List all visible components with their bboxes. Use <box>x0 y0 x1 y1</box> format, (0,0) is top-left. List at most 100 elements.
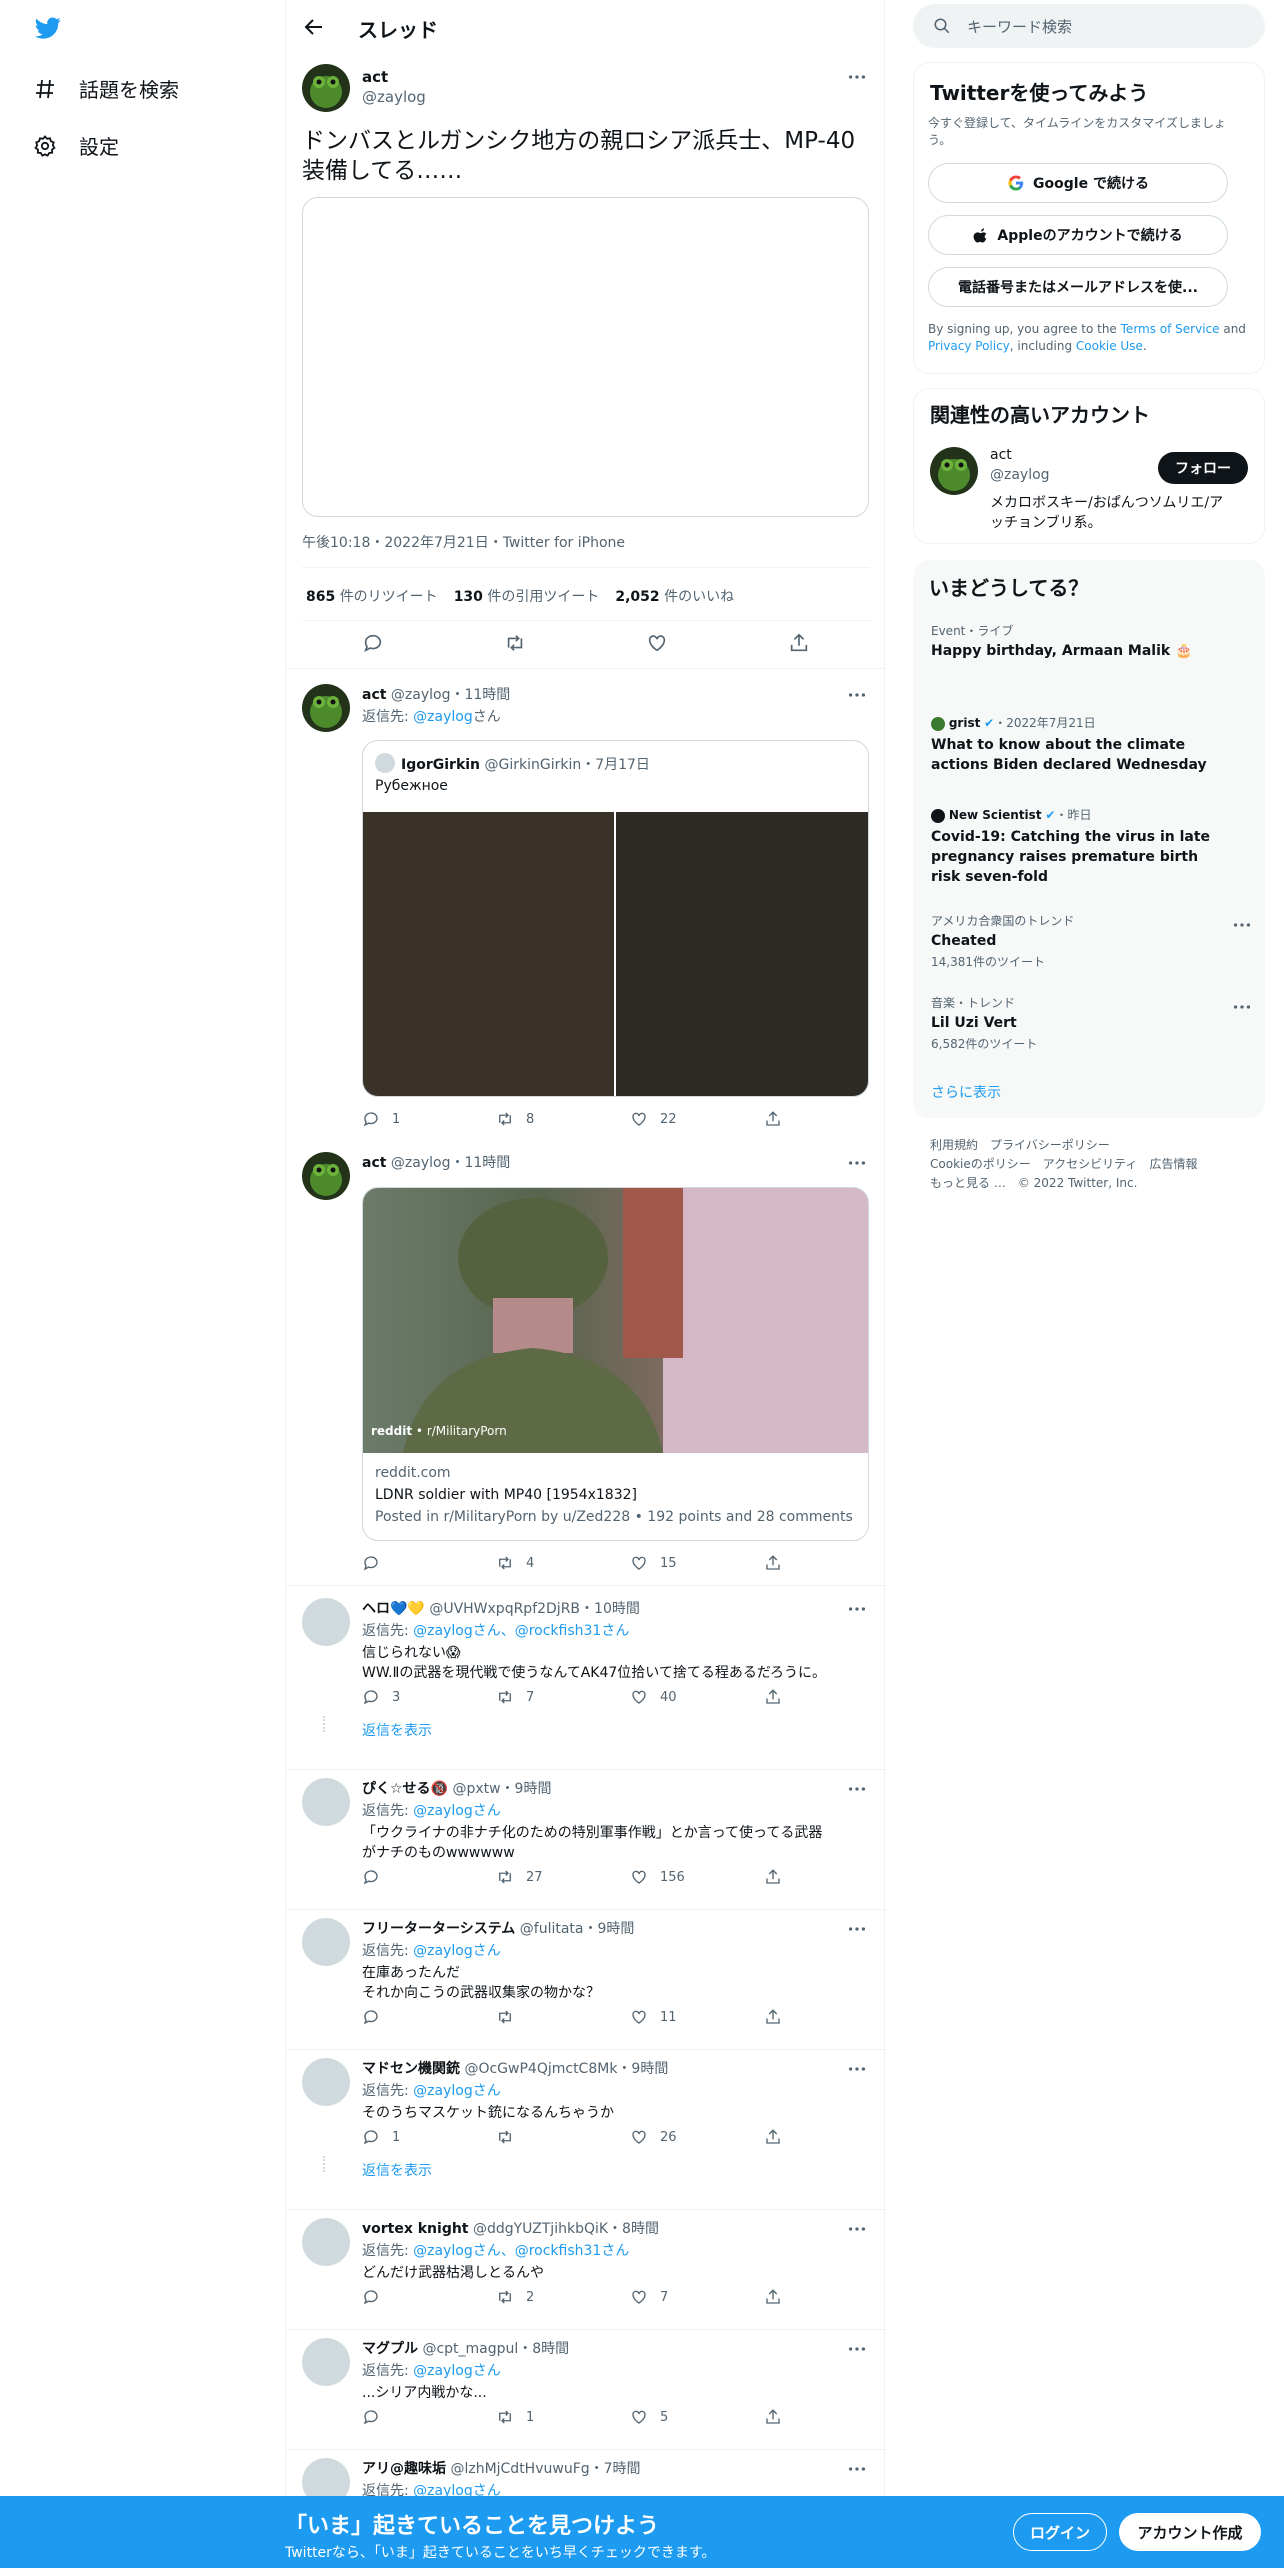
like-button[interactable]: 11 <box>630 2008 764 2026</box>
retweet-stat[interactable]: 865 件のリツイート <box>306 586 438 606</box>
share-button[interactable] <box>764 2408 898 2426</box>
terms-link[interactable]: Terms of Service <box>1121 322 1220 336</box>
retweet-button[interactable] <box>496 2128 630 2146</box>
apple-signin-button[interactable]: Appleのアカウントで続ける <box>928 215 1228 255</box>
author-meta[interactable]: @zaylog・11時間 <box>391 687 510 703</box>
follow-button[interactable]: フォロー <box>1158 452 1248 484</box>
footer-link[interactable]: もっと見る … <box>930 1176 1006 1190</box>
author-name[interactable]: マグプル <box>362 2341 418 2357</box>
like-button[interactable]: 7 <box>630 2288 764 2306</box>
google-signin-button[interactable]: Google で続ける <box>928 163 1228 203</box>
author-meta[interactable]: @pxtw・9時間 <box>452 1781 551 1797</box>
like-button[interactable]: 26 <box>630 2128 764 2146</box>
privacy-link[interactable]: Privacy Policy <box>928 339 1010 353</box>
author-name[interactable]: マドセン機関銃 <box>362 2061 460 2077</box>
author-meta[interactable]: @cpt_magpul・8時間 <box>422 2341 569 2357</box>
quoted-image-left[interactable] <box>363 812 614 1096</box>
like-button[interactable]: 5 <box>630 2408 764 2426</box>
news-item[interactable]: New Scientist ✔・昨日 Covid-19: Catching th… <box>931 806 1251 887</box>
avatar[interactable] <box>302 1778 350 1826</box>
trend-item[interactable]: アメリカ合衆国のトレンド Cheated 14,381件のツイート <box>931 912 1251 970</box>
reply-icon[interactable] <box>362 632 384 654</box>
show-more-link[interactable]: さらに表示 <box>931 1082 1001 1102</box>
login-button[interactable]: ログイン <box>1013 2513 1107 2551</box>
mention-link[interactable]: @zaylogさん、@rockfish31さん <box>413 1623 629 1639</box>
retweet-button[interactable]: 1 <box>496 2408 630 2426</box>
author-name[interactable]: フリーターターシステム <box>362 1921 515 1937</box>
avatar[interactable] <box>302 2338 350 2386</box>
more-options-icon[interactable] <box>846 2458 868 2480</box>
author-handle[interactable]: @zaylog <box>362 88 426 106</box>
twitter-logo-icon[interactable] <box>33 15 63 41</box>
retweet-button[interactable] <box>496 2008 630 2026</box>
back-arrow-icon[interactable] <box>302 15 326 39</box>
like-button[interactable]: 22 <box>630 1110 764 1128</box>
quoted-image-right[interactable] <box>616 812 868 1096</box>
reply-button[interactable] <box>362 2288 496 2306</box>
author-name[interactable]: act <box>362 68 388 86</box>
avatar[interactable] <box>302 684 350 732</box>
nav-settings[interactable]: 設定 <box>33 131 119 160</box>
like-button[interactable]: 15 <box>630 1554 764 1572</box>
more-options-icon[interactable] <box>846 1152 868 1174</box>
author-meta[interactable]: @OcGwP4QjmctC8Mk・9時間 <box>464 2061 668 2077</box>
retweet-button[interactable]: 8 <box>496 1110 630 1128</box>
reply-button[interactable]: 1 <box>362 2128 496 2146</box>
share-button[interactable] <box>764 2128 898 2146</box>
trend-item[interactable]: Event・ライブ Happy birthday, Armaan Malik 🎂 <box>931 622 1251 659</box>
retweet-button[interactable]: 4 <box>496 1554 630 1572</box>
share-button[interactable] <box>764 1110 898 1128</box>
avatar[interactable] <box>302 1152 350 1200</box>
link-card[interactable]: reddit • r/MilitaryPorn reddit.com LDNR … <box>362 1187 869 1541</box>
footer-link[interactable]: プライバシーポリシー <box>990 1138 1110 1152</box>
like-icon[interactable] <box>646 632 668 654</box>
footer-link[interactable]: Cookieのポリシー <box>930 1157 1031 1171</box>
more-options-icon[interactable] <box>1231 996 1253 1018</box>
reply-button[interactable] <box>362 2408 496 2426</box>
author-name[interactable]: アリ@趣味垢 <box>362 2461 446 2477</box>
avatar[interactable] <box>302 2218 350 2266</box>
avatar[interactable] <box>930 447 978 495</box>
reply-button[interactable]: 1 <box>362 1110 496 1128</box>
avatar[interactable] <box>302 64 350 112</box>
reply-button[interactable]: 3 <box>362 1688 496 1706</box>
more-options-icon[interactable] <box>846 1918 868 1940</box>
author-name[interactable]: vortex knight <box>362 2221 469 2237</box>
mention-link[interactable]: @zaylogさん <box>413 2083 501 2099</box>
author-name[interactable]: ぴく☆せる🔞 <box>362 1781 448 1797</box>
footer-link[interactable]: 利用規約 <box>930 1138 978 1152</box>
author-meta[interactable]: @ddgYUZTjihkbQiK・8時間 <box>473 2221 659 2237</box>
avatar[interactable] <box>302 1598 350 1646</box>
share-button[interactable] <box>764 1868 898 1886</box>
more-options-icon[interactable] <box>846 684 868 706</box>
more-options-icon[interactable] <box>846 1778 868 1800</box>
author-name[interactable]: ヘロ💙💛 <box>362 1601 425 1617</box>
avatar[interactable] <box>302 1918 350 1966</box>
related-handle[interactable]: @zaylog <box>990 467 1050 483</box>
retweet-button[interactable]: 7 <box>496 1688 630 1706</box>
quoted-tweet[interactable]: IgorGirkin @GirkinGirkin・7月17日 Рубежное <box>362 740 869 1097</box>
like-button[interactable]: 40 <box>630 1688 764 1706</box>
author-meta[interactable]: @lzhMjCdtHvuwuFg・7時間 <box>450 2461 640 2477</box>
share-button[interactable] <box>764 2008 898 2026</box>
mention-link[interactable]: @zaylogさん <box>413 1803 501 1819</box>
share-button[interactable] <box>764 1554 898 1572</box>
trend-item[interactable]: 音楽・トレンド Lil Uzi Vert 6,582件のツイート <box>931 994 1251 1052</box>
retweet-button[interactable]: 27 <box>496 1868 630 1886</box>
cookie-link[interactable]: Cookie Use <box>1076 339 1143 353</box>
share-button[interactable] <box>764 2288 898 2306</box>
more-options-icon[interactable] <box>846 2338 868 2360</box>
reply-button[interactable] <box>362 2008 496 2026</box>
more-options-icon[interactable] <box>846 66 868 88</box>
search-input[interactable]: キーワード検索 <box>913 4 1265 48</box>
more-options-icon[interactable] <box>846 2218 868 2240</box>
nav-explore[interactable]: 話題を検索 <box>33 74 179 103</box>
retweet-icon[interactable] <box>504 632 526 654</box>
share-icon[interactable] <box>788 632 810 654</box>
author-name[interactable]: act <box>362 687 386 703</box>
signup-button[interactable]: アカウント作成 <box>1119 2513 1261 2551</box>
related-name[interactable]: act <box>990 447 1012 463</box>
more-options-icon[interactable] <box>846 1598 868 1620</box>
mention-link[interactable]: @zaylog <box>413 709 473 725</box>
footer-link[interactable]: アクセシビリティ <box>1043 1157 1138 1171</box>
